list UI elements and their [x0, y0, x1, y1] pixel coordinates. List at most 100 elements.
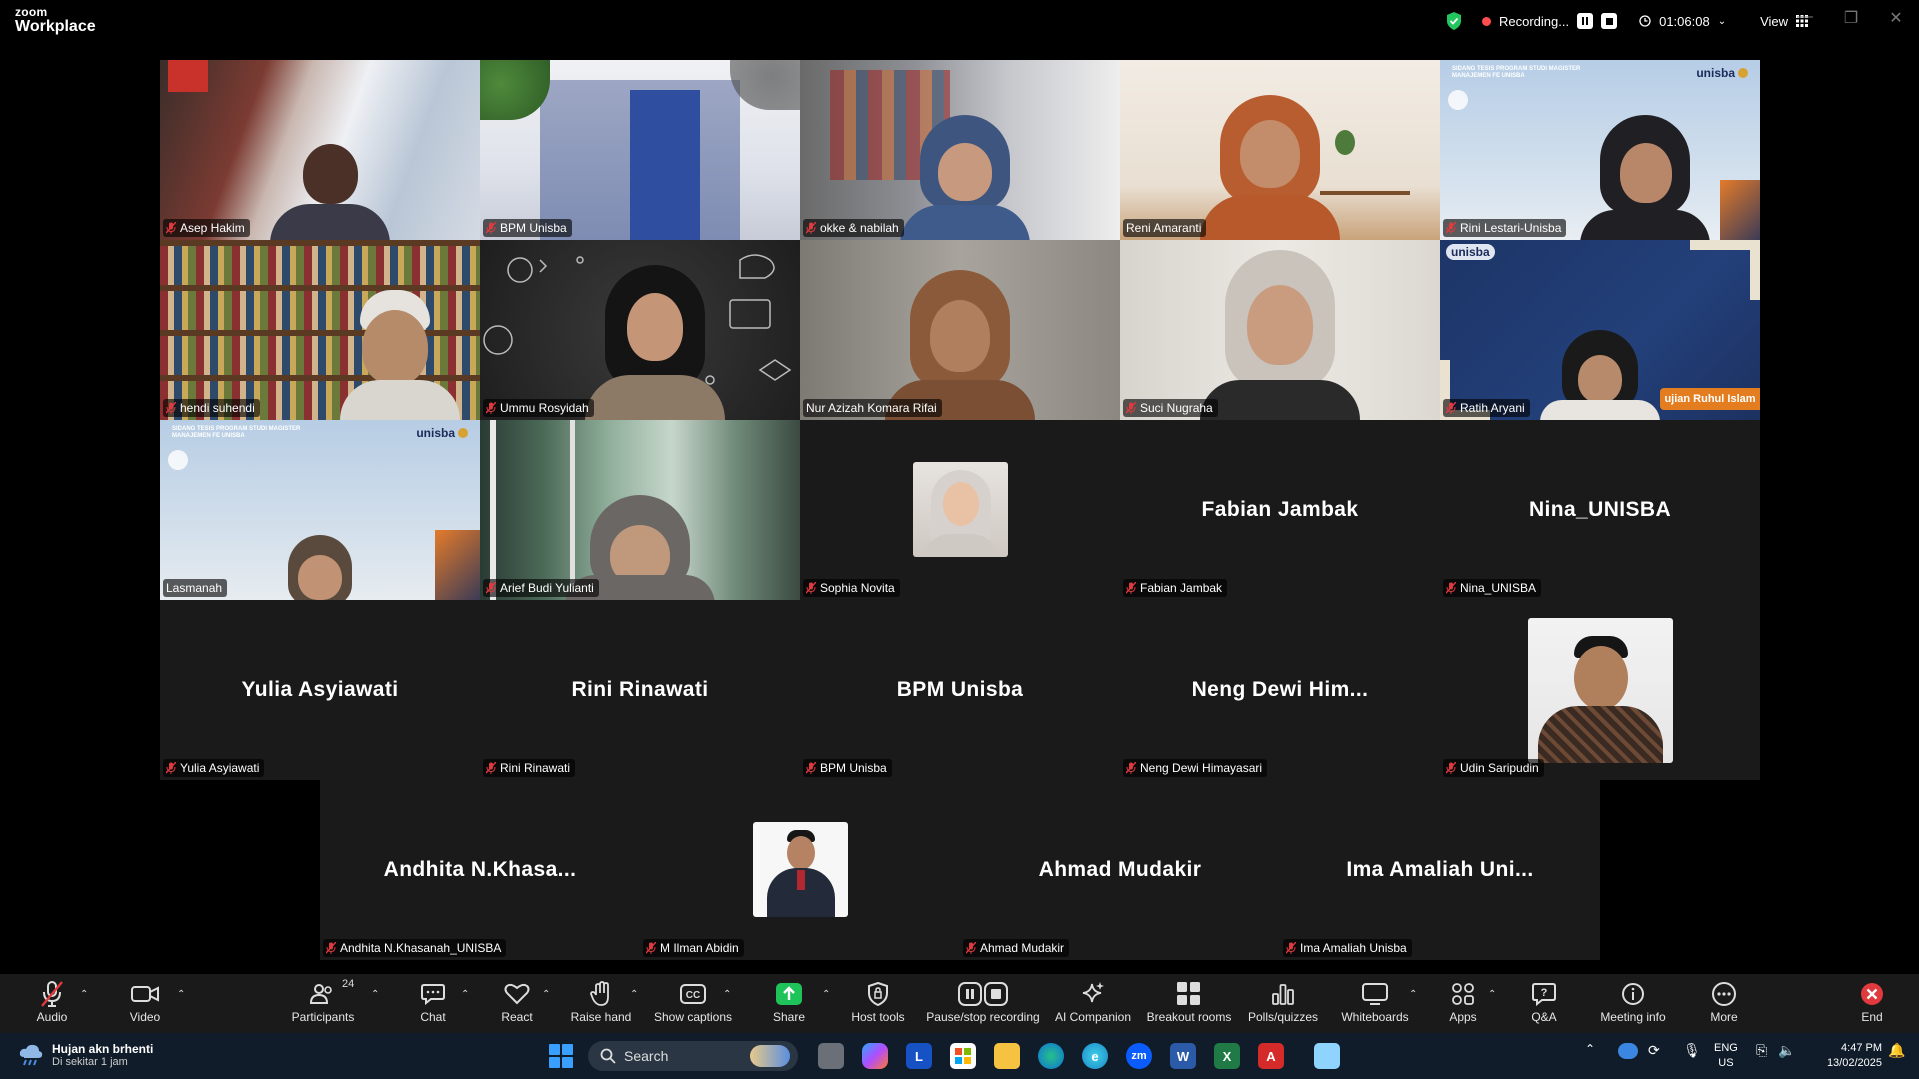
app-l-icon[interactable]: L: [906, 1043, 932, 1069]
muted-mic-icon: [1126, 402, 1136, 414]
participant-tile[interactable]: SIDANG TESIS PROGRAM STUDI MAGISTER MANA…: [1440, 60, 1760, 240]
participant-tile[interactable]: Arief Budi Yulianti: [480, 420, 800, 600]
participant-tile[interactable]: Andhita N.Khasa... Andhita N.Khasanah_UN…: [320, 780, 640, 960]
muted-mic-icon: [966, 942, 976, 954]
language-indicator[interactable]: ENG US: [1714, 1041, 1738, 1071]
participant-tile[interactable]: M Ilman Abidin: [640, 780, 960, 960]
weather-subtitle: Di sekitar 1 jam: [52, 1056, 128, 1068]
participant-tile[interactable]: Rini Rinawati Rini Rinawati: [480, 600, 800, 780]
timer-chevron-down-icon[interactable]: ⌄: [1718, 16, 1726, 27]
video-options-chevron-icon[interactable]: ⌃: [177, 989, 185, 1000]
microphone-tray-icon[interactable]: 🎙: [1683, 1041, 1701, 1060]
copilot-icon[interactable]: [862, 1043, 888, 1069]
apps-icon: [1452, 983, 1474, 1005]
clock[interactable]: 4:47 PM 13/02/2025: [1810, 1041, 1882, 1071]
captions-options-chevron-icon[interactable]: ⌃: [723, 989, 731, 1000]
participant-tile[interactable]: Yulia Asyiawati Yulia Asyiawati: [160, 600, 480, 780]
excel-icon[interactable]: X: [1214, 1043, 1240, 1069]
participant-tile[interactable]: Asep Hakim: [160, 60, 480, 240]
microsoft-store-icon[interactable]: [950, 1043, 976, 1069]
participant-tile[interactable]: Ummu Rosyidah: [480, 240, 800, 420]
audio-options-chevron-icon[interactable]: ⌃: [80, 989, 88, 1000]
end-meeting-button[interactable]: End: [1817, 980, 1919, 1024]
network-icon[interactable]: ⎘: [1756, 1041, 1767, 1060]
edge-beta-icon[interactable]: e: [1082, 1043, 1108, 1069]
host-tools-button[interactable]: Host tools: [823, 980, 933, 1024]
weather-widget[interactable]: Hujan akn brhenti Di sekitar 1 jam: [18, 1042, 153, 1068]
word-icon[interactable]: W: [1170, 1043, 1196, 1069]
edge-browser-icon[interactable]: [1038, 1043, 1064, 1069]
participant-tile[interactable]: Fabian Jambak Fabian Jambak: [1120, 420, 1440, 600]
ai-companion-button[interactable]: AI Companion: [1038, 980, 1148, 1024]
clock-date: 13/02/2025: [1826, 1056, 1882, 1069]
participant-tile[interactable]: Nina_UNISBA Nina_UNISBA: [1440, 420, 1760, 600]
participant-tile[interactable]: Sophia Novita: [800, 420, 1120, 600]
file-explorer-icon[interactable]: [994, 1043, 1020, 1069]
onedrive-icon[interactable]: [1618, 1043, 1638, 1059]
participant-display-name: Nina_UNISBA: [1528, 498, 1672, 521]
muted-mic-icon: [166, 762, 176, 774]
chat-icon: [421, 984, 445, 1005]
task-view-icon[interactable]: [818, 1043, 844, 1069]
participant-display-name: Fabian Jambak: [1201, 498, 1359, 521]
more-ellipsis-icon: [1712, 982, 1736, 1006]
participant-tile[interactable]: unisba ujian Ruhul Islam Ratih Aryani: [1440, 240, 1760, 420]
close-window-icon[interactable]: ✕: [1881, 8, 1911, 28]
participant-tile[interactable]: hendi suhendi: [160, 240, 480, 420]
participant-tile[interactable]: Ahmad Mudakir Ahmad Mudakir: [960, 780, 1280, 960]
view-button[interactable]: View: [1760, 14, 1788, 29]
pause-recording-icon[interactable]: [1577, 13, 1594, 29]
participant-tile[interactable]: BPM Unisba: [480, 60, 800, 240]
video-button[interactable]: Video: [90, 980, 200, 1024]
end-call-icon: [1861, 983, 1883, 1005]
volume-icon[interactable]: 🔈: [1778, 1041, 1795, 1060]
participant-name-tag: Sophia Novita: [803, 579, 900, 597]
captions-label: Show captions: [653, 1010, 733, 1024]
participant-name: Suci Nugraha: [1140, 401, 1213, 415]
participants-label: Participants: [291, 1010, 355, 1024]
participant-tile[interactable]: Udin Saripudin: [1440, 600, 1760, 780]
participant-tile[interactable]: Neng Dewi Him... Neng Dewi Himayasari: [1120, 600, 1440, 780]
notifications-bell-icon[interactable]: 🔔: [1888, 1041, 1905, 1060]
video-camera-icon: [131, 986, 159, 1002]
participant-figure: [1580, 115, 1710, 240]
taskbar-search-input[interactable]: Search: [588, 1041, 798, 1071]
encryption-shield-icon[interactable]: [1446, 12, 1462, 30]
minimize-window-icon[interactable]: —: [1790, 8, 1820, 26]
participant-figure: [1540, 330, 1660, 420]
notepad-icon[interactable]: [1314, 1043, 1340, 1069]
participant-figure: [585, 265, 725, 420]
acrobat-icon[interactable]: A: [1258, 1043, 1284, 1069]
participant-name-tag: Ima Amaliah Unisba: [1283, 939, 1412, 957]
pause-stop-recording-button[interactable]: Pause/stop recording: [918, 980, 1048, 1024]
tray-chevron-up-icon[interactable]: ⌃: [1585, 1041, 1595, 1057]
participant-tile[interactable]: okke & nabilah: [800, 60, 1120, 240]
ai-label: AI Companion: [1054, 1010, 1132, 1024]
participant-name: Nur Azizah Komara Rifai: [806, 401, 937, 415]
participant-tile[interactable]: Nur Azizah Komara Rifai: [800, 240, 1120, 420]
sync-icon[interactable]: ⟳: [1648, 1041, 1660, 1060]
muted-mic-icon: [1446, 582, 1456, 594]
rain-cloud-icon: [19, 1044, 43, 1066]
windows-start-icon[interactable]: [548, 1043, 574, 1069]
participant-name-tag: Ummu Rosyidah: [483, 399, 594, 417]
participant-tile[interactable]: SIDANG TESIS PROGRAM STUDI MAGISTER MANA…: [160, 420, 480, 600]
participant-tile[interactable]: Ima Amaliah Uni... Ima Amaliah Unisba: [1280, 780, 1600, 960]
participant-name-tag: Lasmanah: [163, 579, 228, 597]
participant-name-tag: Andhita N.Khasanah_UNISBA: [323, 939, 507, 957]
participant-name-tag: M Ilman Abidin: [643, 939, 744, 957]
participant-name: Asep Hakim: [180, 221, 245, 235]
stop-recording-icon[interactable]: [1601, 13, 1618, 29]
participant-name: Rini Lestari-Unisba: [1460, 221, 1562, 235]
recording-label: Recording...: [1499, 13, 1570, 29]
show-captions-button[interactable]: CC Show captions: [638, 980, 748, 1024]
muted-mic-icon: [1126, 762, 1136, 774]
zoom-app-icon[interactable]: zm: [1126, 1043, 1152, 1069]
participant-tile[interactable]: BPM Unisba BPM Unisba: [800, 600, 1120, 780]
more-button[interactable]: More: [1669, 980, 1779, 1024]
restore-window-icon[interactable]: ❐: [1836, 8, 1866, 28]
active-speaker-tile[interactable]: Reni Amaranti: [1120, 60, 1440, 240]
participant-tile[interactable]: Suci Nugraha: [1120, 240, 1440, 420]
participants-button[interactable]: 24 Participants: [268, 978, 378, 1024]
info-icon: [1622, 983, 1644, 1005]
